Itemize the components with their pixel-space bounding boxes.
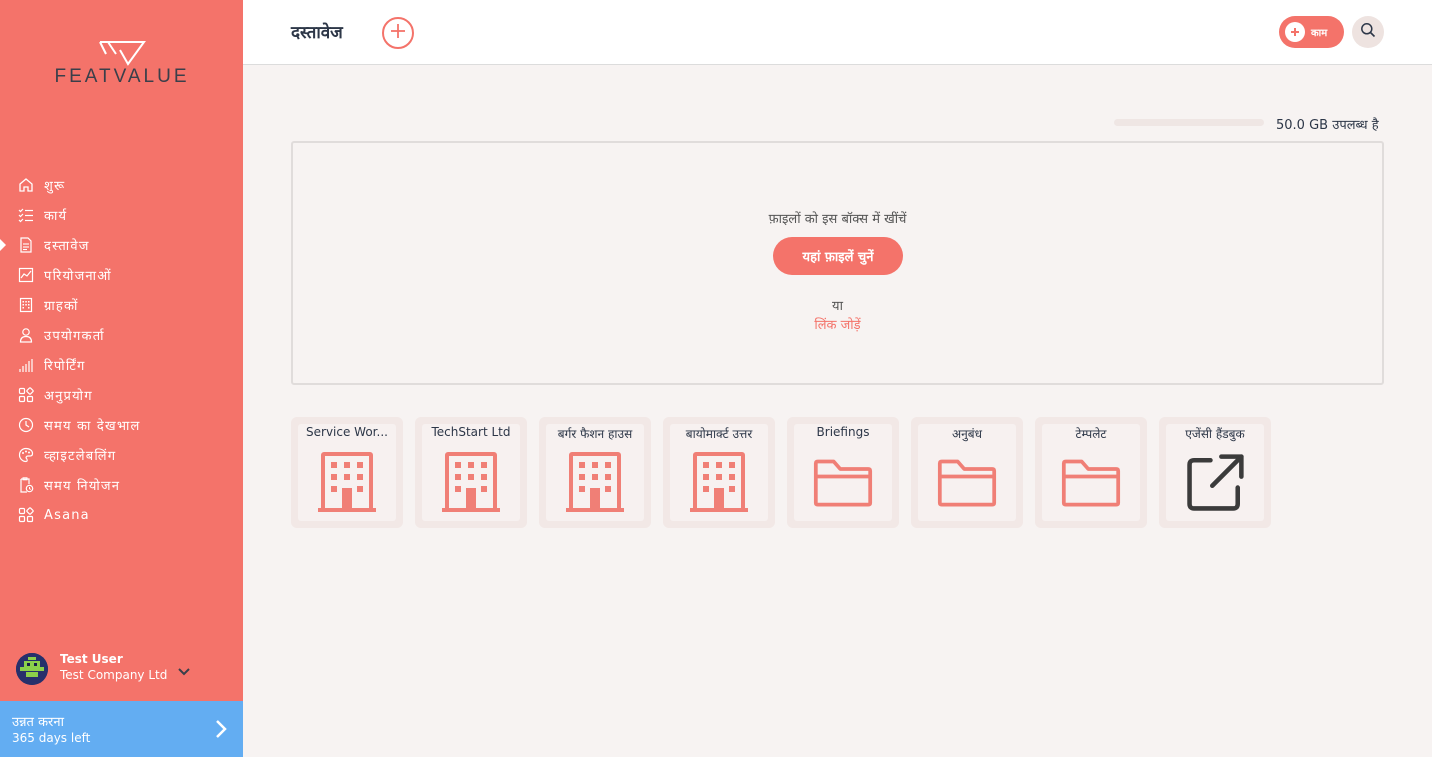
- sidebar-item-projects[interactable]: परियोजनाओं: [0, 260, 243, 290]
- search-icon: [1360, 22, 1376, 42]
- logo-mark-icon: [99, 41, 146, 66]
- apps-icon: [17, 386, 35, 404]
- folder-label: एजेंसी हैंडबुक: [1185, 427, 1245, 441]
- document-icon: [17, 236, 35, 254]
- folder-label: Service Wor...: [306, 425, 388, 439]
- external-link-icon: [1185, 451, 1245, 515]
- sidebar-item-tasks[interactable]: कार्य: [0, 200, 243, 230]
- schedule-icon: [17, 476, 35, 494]
- sidebar-item-label: रिपोर्टिंग: [44, 359, 86, 374]
- sidebar-item-reporting[interactable]: रिपोर्टिंग: [0, 350, 243, 380]
- upgrade-banner[interactable]: उन्नत करना 365 days left: [0, 701, 243, 757]
- dropzone-instruction: फ़ाइलों को इस बॉक्स में खींचें: [768, 212, 907, 227]
- home-icon: [17, 176, 35, 194]
- file-dropzone[interactable]: फ़ाइलों को इस बॉक्स में खींचें यहां फ़ाइ…: [291, 141, 1384, 385]
- sidebar-item-label: दस्तावेज: [44, 239, 90, 254]
- folder-card[interactable]: बर्गर फैशन हाउस: [539, 417, 651, 528]
- sidebar-item-label: ग्राहकों: [44, 299, 79, 314]
- sidebar-item-label: परियोजनाओं: [44, 269, 112, 284]
- sidebar-item-label: उपयोगकर्ता: [44, 329, 105, 344]
- folder-card[interactable]: अनुबंध: [911, 417, 1023, 528]
- sidebar-item-label: व्हाइटलेबलिंग: [44, 449, 117, 464]
- building-icon: [565, 451, 625, 515]
- folder-card[interactable]: एजेंसी हैंडबुक: [1159, 417, 1271, 528]
- folder-label: बर्गर फैशन हाउस: [557, 427, 633, 441]
- building-icon: [689, 451, 749, 515]
- sidebar: FEATVALUE शुरू कार्य दस्तावेज परियोजनाओं: [0, 0, 243, 757]
- plus-icon: [390, 23, 406, 43]
- apps-icon: [17, 506, 35, 524]
- brand-logo[interactable]: FEATVALUE: [36, 40, 208, 90]
- folder-card[interactable]: टेम्पलेट: [1035, 417, 1147, 528]
- user-company: Test Company Ltd: [60, 668, 168, 682]
- avatar: [16, 653, 48, 685]
- sidebar-item-asana[interactable]: Asana: [0, 500, 243, 530]
- add-task-button[interactable]: काम: [1279, 16, 1344, 48]
- building-icon: [17, 296, 35, 314]
- or-separator: या: [832, 299, 843, 314]
- add-task-label: काम: [1311, 28, 1328, 39]
- palette-icon: [17, 446, 35, 464]
- storage-available-text: 50.0 GB उपलब्ध है: [1276, 118, 1379, 133]
- folder-card[interactable]: बायोमार्क्ट उत्तर: [663, 417, 775, 528]
- sidebar-item-apps[interactable]: अनुप्रयोग: [0, 380, 243, 410]
- building-icon: [441, 451, 501, 515]
- logo-text: FEATVALUE: [54, 66, 190, 87]
- sidebar-item-clients[interactable]: ग्राहकों: [0, 290, 243, 320]
- sidebar-item-label: शुरू: [44, 179, 66, 194]
- bar-chart-icon: [17, 356, 35, 374]
- sidebar-item-label: Asana: [44, 507, 90, 523]
- folder-icon: [813, 451, 873, 515]
- chevron-right-icon: [215, 719, 227, 743]
- sidebar-nav: शुरू कार्य दस्तावेज परियोजनाओं ग्राहकों: [0, 170, 243, 530]
- add-link-link[interactable]: लिंक जोड़ें: [293, 315, 1382, 333]
- page-title: दस्तावेज: [291, 23, 343, 43]
- storage-progress-bar: [1114, 119, 1264, 126]
- sidebar-item-label: समय का देखभाल: [44, 419, 141, 434]
- sidebar-item-home[interactable]: शुरू: [0, 170, 243, 200]
- user-menu[interactable]: Test User Test Company Ltd: [16, 652, 226, 688]
- sidebar-item-time-tracking[interactable]: समय का देखभाल: [0, 410, 243, 440]
- sidebar-item-scheduling[interactable]: समय नियोजन: [0, 470, 243, 500]
- folder-label: टेम्पलेट: [1075, 427, 1107, 441]
- sidebar-item-documents[interactable]: दस्तावेज: [0, 230, 243, 260]
- building-icon: [317, 451, 377, 515]
- folder-label: TechStart Ltd: [431, 425, 511, 439]
- search-button[interactable]: [1352, 16, 1384, 48]
- folder-card[interactable]: Service Wor...: [291, 417, 403, 528]
- plus-icon: [1285, 22, 1305, 42]
- sidebar-item-label: कार्य: [44, 209, 68, 224]
- folder-label: Briefings: [816, 425, 870, 439]
- clock-icon: [17, 416, 35, 434]
- checklist-icon: [17, 206, 35, 224]
- upgrade-title: उन्नत करना: [12, 715, 64, 730]
- choose-files-button[interactable]: यहां फ़ाइलें चुनें: [773, 237, 903, 275]
- top-header: दस्तावेज काम: [243, 0, 1432, 65]
- folder-label: बायोमार्क्ट उत्तर: [685, 427, 753, 441]
- folder-card[interactable]: TechStart Ltd: [415, 417, 527, 528]
- folder-icon: [1061, 451, 1121, 515]
- folder-icon: [937, 451, 997, 515]
- user-name: Test User: [60, 652, 123, 666]
- upgrade-days-left: 365 days left: [12, 731, 91, 745]
- sidebar-item-label: समय नियोजन: [44, 479, 121, 494]
- sidebar-item-label: अनुप्रयोग: [44, 389, 93, 404]
- chart-icon: [17, 266, 35, 284]
- folder-card[interactable]: Briefings: [787, 417, 899, 528]
- chevron-down-icon[interactable]: [178, 662, 190, 681]
- sidebar-item-whitelabeling[interactable]: व्हाइटलेबलिंग: [0, 440, 243, 470]
- folder-label: अनुबंध: [951, 427, 983, 441]
- user-icon: [17, 326, 35, 344]
- add-document-button[interactable]: [382, 17, 414, 49]
- sidebar-item-users[interactable]: उपयोगकर्ता: [0, 320, 243, 350]
